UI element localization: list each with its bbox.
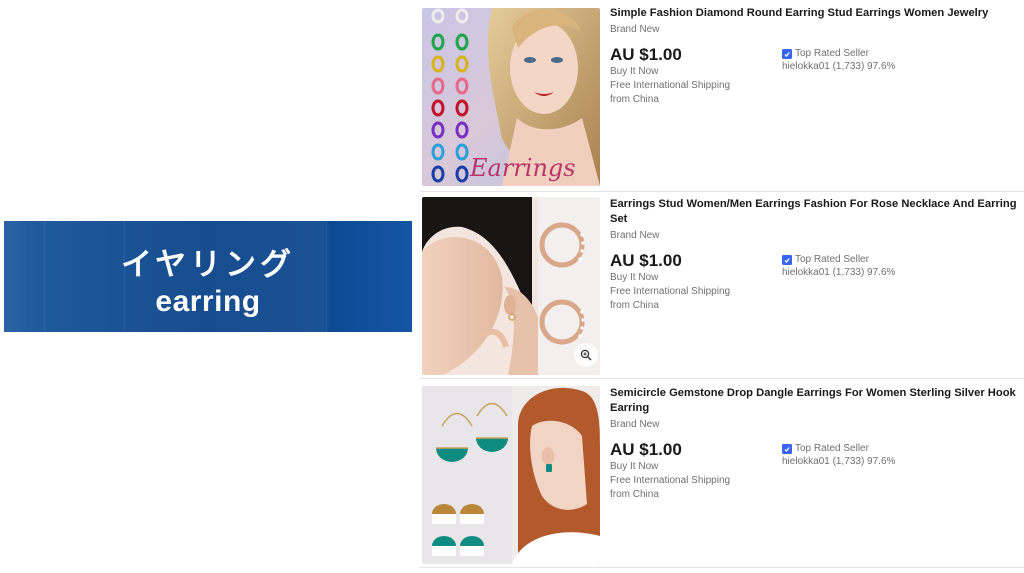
listing-divider [420,378,1024,379]
listing-image[interactable] [422,197,600,375]
listing-shipping-origin: from China [610,300,659,311]
listing-condition: Brand New [610,230,660,241]
top-rated-seller-badge: Top Rated Seller [782,253,1022,266]
listing-info: Earrings Stud Women/Men Earrings Fashion… [610,197,1022,331]
listing-title[interactable]: Simple Fashion Diamond Round Earring Stu… [610,6,1022,21]
top-rated-seller-label: Top Rated Seller [795,254,869,265]
listing-shipping: Free International Shipping [610,286,731,297]
banner-english-text: earring [155,285,261,318]
listing-info: Semicircle Gemstone Drop Dangle Earrings… [610,386,1022,520]
listing-divider [420,567,1024,568]
seller-info: hielokka01 (1,733) 97.6% [782,456,896,467]
top-rated-seller-badge: Top Rated Seller [782,442,1022,455]
image-earrings-text: Earrings [469,154,576,182]
listing-image[interactable] [422,386,600,564]
listing-shipping-origin: from China [610,94,659,105]
listing-item[interactable]: Earrings Stud Women/Men Earrings Fashion… [420,193,1024,379]
listing-shipping: Free International Shipping [610,80,731,91]
top-rated-seller-icon [782,443,792,454]
magnify-icon [580,349,592,361]
top-rated-seller-label: Top Rated Seller [795,48,869,59]
listing-shipping-origin: from China [610,489,659,500]
seller-info: hielokka01 (1,733) 97.6% [782,61,896,72]
listing-price: AU $1.00 [610,45,682,64]
listing-title[interactable]: Semicircle Gemstone Drop Dangle Earrings… [610,386,1022,416]
top-rated-seller-icon [782,254,792,265]
listing-title[interactable]: Earrings Stud Women/Men Earrings Fashion… [610,197,1022,227]
listing-item[interactable]: Semicircle Gemstone Drop Dangle Earrings… [420,382,1024,568]
top-rated-seller-label: Top Rated Seller [795,443,869,454]
listing-format: Buy It Now [610,461,659,472]
listing-format: Buy It Now [610,272,659,283]
listing-info: Simple Fashion Diamond Round Earring Stu… [610,6,1022,125]
listing-condition: Brand New [610,24,660,35]
zoom-button[interactable] [574,343,598,367]
listing-price: AU $1.00 [610,440,682,459]
listing-divider [420,191,1024,192]
banner-japanese-text: イヤリング [120,247,296,283]
listing-image[interactable]: Earrings [422,8,600,186]
seller-info: hielokka01 (1,733) 97.6% [782,267,896,278]
top-rated-seller-icon [782,48,792,59]
top-rated-seller-badge: Top Rated Seller [782,47,1022,60]
listing-item[interactable]: Earrings Simple Fashion Diamond Round Ea… [420,6,1024,192]
listing-shipping: Free International Shipping [610,475,731,486]
listing-condition: Brand New [610,419,660,430]
listing-price: AU $1.00 [610,251,682,270]
keyword-banner: イヤリング earring [4,221,412,332]
listing-format: Buy It Now [610,66,659,77]
